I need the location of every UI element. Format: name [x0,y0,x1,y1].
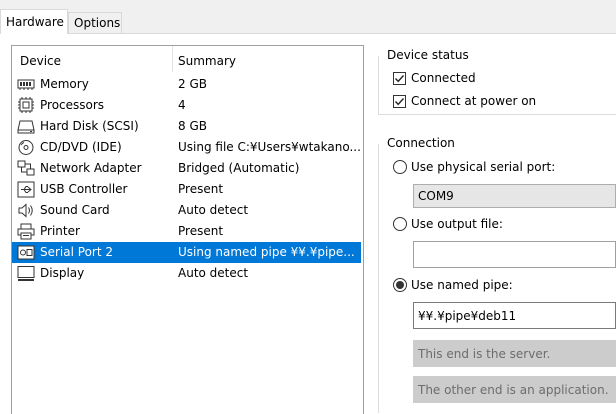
device-status-title: Device status [387,48,469,62]
device-summary: 4 [178,98,186,112]
device-name: Sound Card [40,203,110,217]
pipe-other-end-select[interactable]: The other end is an application. [413,376,616,403]
device-name: CD/DVD (IDE) [40,140,122,154]
connect-at-power-on-label[interactable]: Connect at power on [411,94,536,108]
table-row[interactable]: Memory 2 GB [12,74,361,95]
serial-port-icon [17,244,35,261]
device-summary: Present [178,224,224,238]
device-summary: 2 GB [178,77,207,91]
device-name: USB Controller [40,182,128,196]
named-pipe-label[interactable]: Use named pipe: [411,278,513,292]
table-row[interactable]: USB Controller Present [12,179,361,200]
device-summary: Present [178,182,224,196]
connection-title: Connection [387,136,455,150]
device-list[interactable]: Device Summary Memory 2 GB Processors 4 … [11,45,364,414]
output-file-label[interactable]: Use output file: [411,217,503,231]
display-icon [17,265,35,282]
device-name: Display [40,266,85,280]
table-row[interactable]: Network Adapter Bridged (Automatic) [12,158,361,179]
connected-label[interactable]: Connected [411,71,476,85]
pipe-end-select[interactable]: This end is the server. [413,340,616,367]
network-adapter-icon [17,160,35,177]
device-name: Serial Port 2 [40,245,114,259]
output-file-input[interactable] [413,241,616,268]
tab-options[interactable]: Options [68,12,122,33]
radio-selected-dot [396,281,404,289]
device-name: Memory [40,77,89,91]
column-header-device[interactable]: Device [20,46,61,73]
usb-icon [17,181,35,198]
table-row-selected[interactable]: Serial Port 2 Using named pipe ¥¥.¥pipe.… [12,242,361,263]
memory-icon [17,76,35,93]
device-summary: Bridged (Automatic) [178,161,300,175]
physical-serial-port-radio[interactable] [393,160,407,174]
column-header-summary[interactable]: Summary [178,46,236,73]
hard-disk-icon [17,118,35,135]
connected-checkbox[interactable] [393,72,406,85]
table-row[interactable]: Sound Card Auto detect [12,200,361,221]
printer-icon [17,223,35,240]
output-file-radio[interactable] [393,217,407,231]
table-row[interactable]: Hard Disk (SCSI) 8 GB [12,116,361,137]
table-row[interactable]: Printer Present [12,221,361,242]
device-name: Printer [40,224,80,238]
processor-icon [17,97,35,114]
device-summary: 8 GB [178,119,207,133]
column-separator[interactable] [172,46,173,72]
named-pipe-input[interactable]: ¥¥.¥pipe¥deb11 [413,302,616,329]
device-name: Hard Disk (SCSI) [40,119,139,133]
serial-port-select[interactable]: COM9 [413,184,616,208]
speaker-icon [17,202,35,219]
table-row[interactable]: Processors 4 [12,95,361,116]
group-border [378,114,616,115]
table-row[interactable]: CD/DVD (IDE) Using file C:¥Users¥wtakano… [12,137,361,158]
named-pipe-radio[interactable] [393,278,407,292]
group-border [378,56,379,114]
device-name: Network Adapter [40,161,142,175]
device-name: Processors [40,98,105,112]
device-summary: Auto detect [178,203,249,217]
device-summary: Using file C:¥Users¥wtakano... [178,140,361,154]
device-summary: Auto detect [178,266,249,280]
group-border [378,144,379,413]
table-row[interactable]: Display Auto detect [12,263,361,284]
cd-dvd-icon [17,139,35,156]
physical-serial-port-label[interactable]: Use physical serial port: [411,160,555,174]
tab-hardware[interactable]: Hardware [0,9,68,34]
connect-at-power-on-checkbox[interactable] [393,95,406,108]
device-summary: Using named pipe ¥¥.¥pipe... [178,245,355,259]
